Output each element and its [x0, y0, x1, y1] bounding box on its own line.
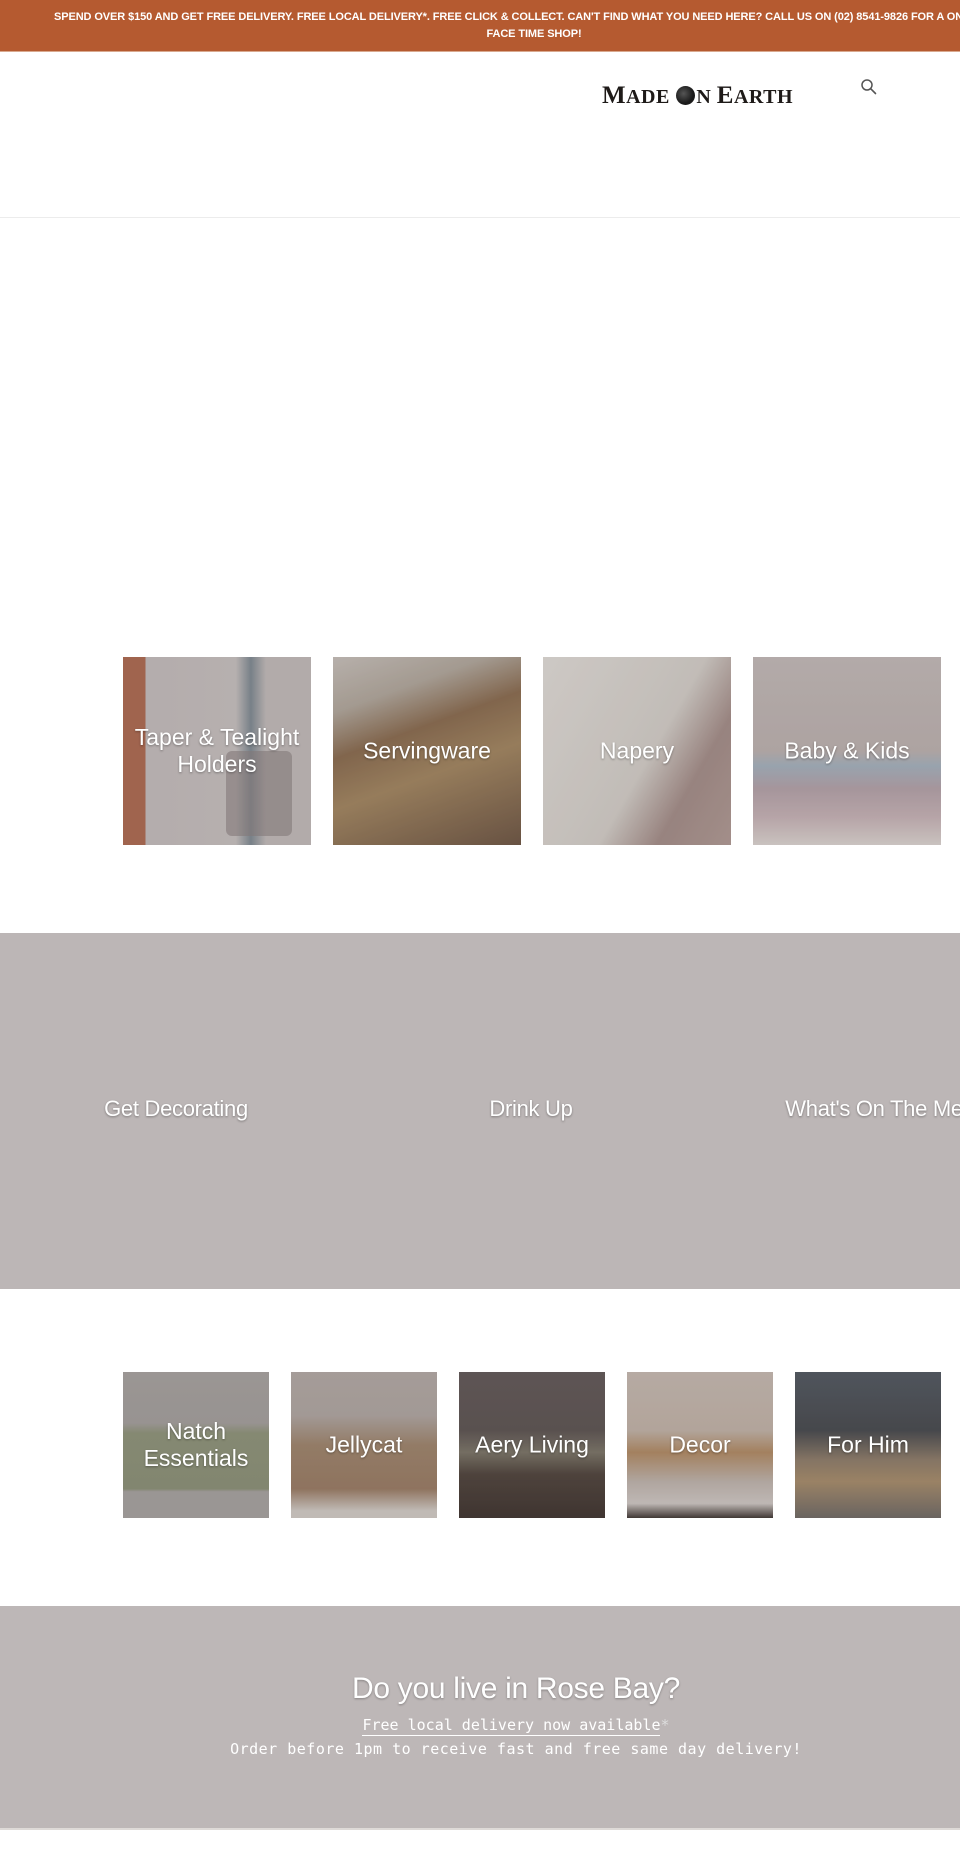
feature-link-get-decorating[interactable]: Get Decorating [104, 1096, 248, 1122]
logo-letter: M [602, 82, 627, 109]
category-tile-natch-essentials[interactable]: Natch Essentials [123, 1372, 269, 1518]
local-delivery-title: Do you live in Rose Bay? [352, 1672, 680, 1705]
category-tile-for-him[interactable]: For Him [795, 1372, 941, 1518]
feature-link-drink-up[interactable]: Drink Up [489, 1096, 572, 1122]
logo-text: ARTH [733, 86, 794, 108]
local-delivery-banner: Do you live in Rose Bay? Free local deli… [0, 1606, 960, 1830]
category-label: Servingware [363, 737, 491, 764]
category-tile-napery[interactable]: Napery [543, 657, 731, 845]
category-label: Baby & Kids [784, 737, 910, 764]
local-delivery-subtitle: Free local delivery now available* [0, 1716, 960, 1736]
search-icon[interactable] [860, 78, 878, 96]
logo-letter: E [716, 82, 734, 109]
logo-text: ADE [626, 86, 676, 108]
logo-text: N [696, 86, 717, 108]
feature-links-section: Get Decorating Drink Up What's On The Me… [0, 933, 960, 1289]
category-label: Taper & Tealight Holders [134, 724, 300, 777]
category-label: Jellycat [325, 1431, 403, 1458]
announcement-text-line2: FACE TIME SHOP! [486, 28, 582, 40]
category-tile-aery-living[interactable]: Aery Living [459, 1372, 605, 1518]
feature-link-whats-on-the-menu[interactable]: What's On The Menu [785, 1096, 960, 1122]
category-label: Napery [599, 737, 675, 764]
site-logo[interactable]: MADE N EARTH [602, 82, 793, 110]
category-label: Natch Essentials [143, 1418, 249, 1471]
category-tile-servingware[interactable]: Servingware [333, 657, 521, 845]
local-delivery-note: Order before 1pm to receive fast and fre… [230, 1740, 802, 1758]
category-tile-jellycat[interactable]: Jellycat [291, 1372, 437, 1518]
category-tile-baby-kids[interactable]: Baby & Kids [753, 657, 941, 845]
announcement-text-line1: SPEND OVER $150 AND GET FREE DELIVERY. F… [54, 11, 960, 23]
free-local-delivery-link[interactable]: Free local delivery now available [362, 1716, 661, 1736]
announcement-bar: SPEND OVER $150 AND GET FREE DELIVERY. F… [0, 0, 960, 52]
category-tile-decor[interactable]: Decor [627, 1372, 773, 1518]
category-label: Aery Living [475, 1431, 589, 1458]
site-header: MADE N EARTH [0, 52, 960, 218]
category-label: For Him [827, 1431, 909, 1458]
globe-icon [676, 86, 696, 105]
hero-banner-area [0, 219, 960, 639]
category-tile-taper-tealight[interactable]: Taper & Tealight Holders [123, 657, 311, 845]
asterisk: * [660, 1716, 670, 1734]
category-label: Decor [669, 1431, 731, 1458]
